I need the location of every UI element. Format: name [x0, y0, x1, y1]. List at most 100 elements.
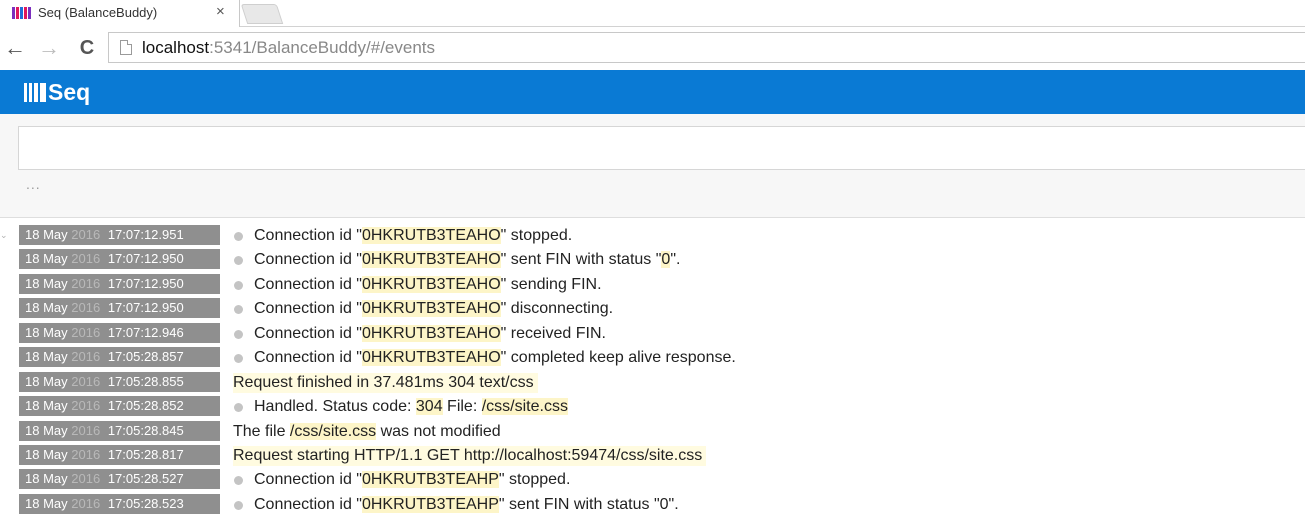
- event-timestamp[interactable]: 18 May 2016 17:05:28.855: [19, 371, 220, 392]
- event-time: 17:07:12.946: [107, 324, 184, 340]
- event-year: 2016: [71, 227, 101, 242]
- event-year: 2016: [71, 373, 101, 389]
- event-time: 17:05:28.855: [107, 373, 184, 389]
- event-year: 2016: [71, 324, 101, 340]
- browser-tab[interactable]: Seq (BalanceBuddy) ×: [0, 0, 240, 27]
- seq-logo[interactable]: Seq: [24, 80, 90, 104]
- event-date: 18 May: [25, 422, 68, 438]
- event-year: 2016: [71, 495, 101, 511]
- filter-input[interactable]: [18, 126, 1305, 170]
- event-row[interactable]: 18 May 2016 17:05:28.857 Connection id "0…: [0, 346, 1305, 370]
- event-row[interactable]: 18 May 2016 17:05:28.817 Request starting…: [0, 444, 1305, 468]
- browser-toolbar: ← → C localhost:5341/BalanceBuddy/#/even…: [0, 27, 1305, 69]
- event-date: 18 May: [25, 446, 68, 462]
- event-timestamp[interactable]: 18 May 2016 17:05:28.857: [19, 347, 220, 368]
- event-timestamp[interactable]: 18 May 2016 17:05:28.527: [19, 469, 220, 490]
- event-timestamp[interactable]: 18 May 2016 17:07:12.950: [19, 249, 220, 270]
- event-property-value: 304: [415, 398, 443, 416]
- event-message-text: " disconnecting.: [500, 300, 614, 318]
- reload-icon[interactable]: C: [74, 35, 100, 61]
- event-property-value: 0HKRUTB3TEAHO: [361, 275, 501, 293]
- event-date: 18 May: [25, 495, 68, 511]
- event-time: 17:05:28.527: [107, 471, 184, 487]
- event-date: 18 May: [25, 471, 68, 487]
- event-row[interactable]: 18 May 2016 17:07:12.951 Connection id "0…: [0, 224, 1305, 248]
- tab-title: Seq (BalanceBuddy): [38, 5, 158, 20]
- event-property-value: 0: [661, 251, 671, 269]
- event-row[interactable]: 18 May 2016 17:05:28.845 The file /css/si…: [0, 420, 1305, 444]
- event-message-text: Connection id ": [254, 349, 362, 367]
- event-message-text: Connection id ": [254, 324, 362, 342]
- event-message-text: Connection id ": [254, 227, 362, 244]
- event-message: Request starting HTTP/1.1 GET http://loc…: [233, 445, 707, 466]
- url-path: :5341/BalanceBuddy/#/events: [209, 38, 435, 57]
- event-row[interactable]: 18 May 2016 17:05:28.527 Connection id "0…: [0, 468, 1305, 492]
- back-arrow-icon[interactable]: ←: [2, 35, 28, 61]
- event-level-dot-icon: [234, 232, 243, 241]
- event-time: 17:07:12.950: [107, 251, 184, 267]
- event-row[interactable]: 18 May 2016 17:05:28.852 Handled. Status …: [0, 395, 1305, 419]
- event-message: Connection id "0HKRUTB3TEAHO" sent FIN w…: [254, 250, 680, 270]
- event-message-text: Request finished in 37.481ms 304 text/cs…: [233, 373, 534, 391]
- event-message-text: Connection id ": [254, 251, 362, 269]
- event-row[interactable]: 18 May 2016 17:07:12.950 Connection id "0…: [0, 297, 1305, 321]
- event-timestamp[interactable]: 18 May 2016 17:07:12.950: [19, 273, 220, 294]
- page-icon: [120, 40, 132, 55]
- filter-panel: ...: [0, 114, 1305, 218]
- event-row[interactable]: 18 May 2016 17:07:12.946 Connection id "0…: [0, 322, 1305, 346]
- event-timestamp[interactable]: 18 May 2016 17:05:28.852: [19, 396, 220, 417]
- tab-close-icon[interactable]: ×: [216, 3, 225, 20]
- event-row[interactable]: 18 May 2016 17:05:28.523 Connection id "0…: [0, 493, 1305, 515]
- url-host: localhost: [142, 38, 210, 57]
- event-message-text: Connection id ": [254, 300, 362, 318]
- event-level-dot-icon: [234, 280, 243, 290]
- event-property-value: 0HKRUTB3TEAHP: [361, 495, 499, 513]
- event-property-value: 0HKRUTB3TEAHO: [361, 251, 501, 269]
- event-message-text: " sent FIN with status ": [500, 251, 662, 269]
- event-message-text: " sending FIN.: [500, 275, 602, 293]
- event-date: 18 May: [25, 349, 68, 365]
- event-message: Connection id "0HKRUTB3TEAHO" completed …: [254, 348, 736, 368]
- event-year: 2016: [71, 446, 101, 462]
- event-timestamp[interactable]: 18 May 2016 17:07:12.950: [19, 298, 220, 319]
- event-message: Request finished in 37.481ms 304 text/cs…: [233, 372, 538, 393]
- event-time: 17:05:28.852: [107, 398, 184, 414]
- event-message: Handled. Status code: 304 File: /css/sit…: [254, 397, 568, 417]
- address-bar[interactable]: localhost:5341/BalanceBuddy/#/events: [108, 32, 1305, 63]
- event-property-value: 0HKRUTB3TEAHO: [361, 349, 501, 367]
- event-message: Connection id "0HKRUTB3TEAHO" sending FI…: [254, 275, 602, 295]
- event-message-text: Connection id ": [254, 471, 362, 489]
- event-timestamp[interactable]: 18 May 2016 17:05:28.817: [19, 444, 220, 465]
- seq-logo-text: Seq: [48, 79, 91, 105]
- event-timestamp[interactable]: 18 May 2016 17:05:28.523: [19, 493, 220, 514]
- more-options-button[interactable]: ...: [26, 176, 41, 192]
- event-level-dot-icon: [234, 354, 243, 364]
- event-property-value: /css/site.css: [289, 422, 377, 440]
- forward-arrow-icon[interactable]: →: [36, 35, 62, 61]
- address-url[interactable]: localhost:5341/BalanceBuddy/#/events: [142, 38, 435, 58]
- event-message-text: " completed keep alive response.: [500, 349, 736, 367]
- event-row[interactable]: 18 May 2016 17:07:12.950 Connection id "0…: [0, 248, 1305, 272]
- event-message-text: Connection id ": [254, 495, 362, 513]
- event-year: 2016: [71, 398, 101, 414]
- event-row[interactable]: 18 May 2016 17:07:12.950 Connection id "0…: [0, 273, 1305, 297]
- event-timestamp[interactable]: 18 May 2016 17:05:28.845: [19, 420, 220, 441]
- event-time: 17:07:12.950: [107, 300, 184, 316]
- new-tab-button[interactable]: [240, 4, 284, 24]
- event-timestamp[interactable]: 18 May 2016 17:07:12.946: [19, 322, 220, 343]
- event-year: 2016: [71, 471, 101, 487]
- event-message-text: was not modified: [376, 422, 501, 440]
- event-message: Connection id "0HKRUTB3TEAHP" stopped.: [254, 470, 570, 490]
- event-message: Connection id "0HKRUTB3TEAHP" sent FIN w…: [254, 495, 679, 515]
- event-row[interactable]: 18 May 2016 17:05:28.855 Request finished…: [0, 371, 1305, 395]
- event-message-text: " stopped.: [500, 227, 573, 244]
- event-date: 18 May: [25, 275, 68, 291]
- event-property-value: /css/site.css: [481, 398, 568, 416]
- event-date: 18 May: [25, 251, 68, 267]
- event-message-text: The file: [233, 422, 290, 440]
- event-time: 17:05:28.523: [107, 495, 184, 511]
- event-timestamp[interactable]: 18 May 2016 17:07:12.951: [19, 225, 220, 245]
- event-date: 18 May: [25, 398, 68, 414]
- event-message-text: Connection id ": [254, 275, 362, 293]
- event-message-text: " sent FIN with status "0".: [498, 495, 679, 513]
